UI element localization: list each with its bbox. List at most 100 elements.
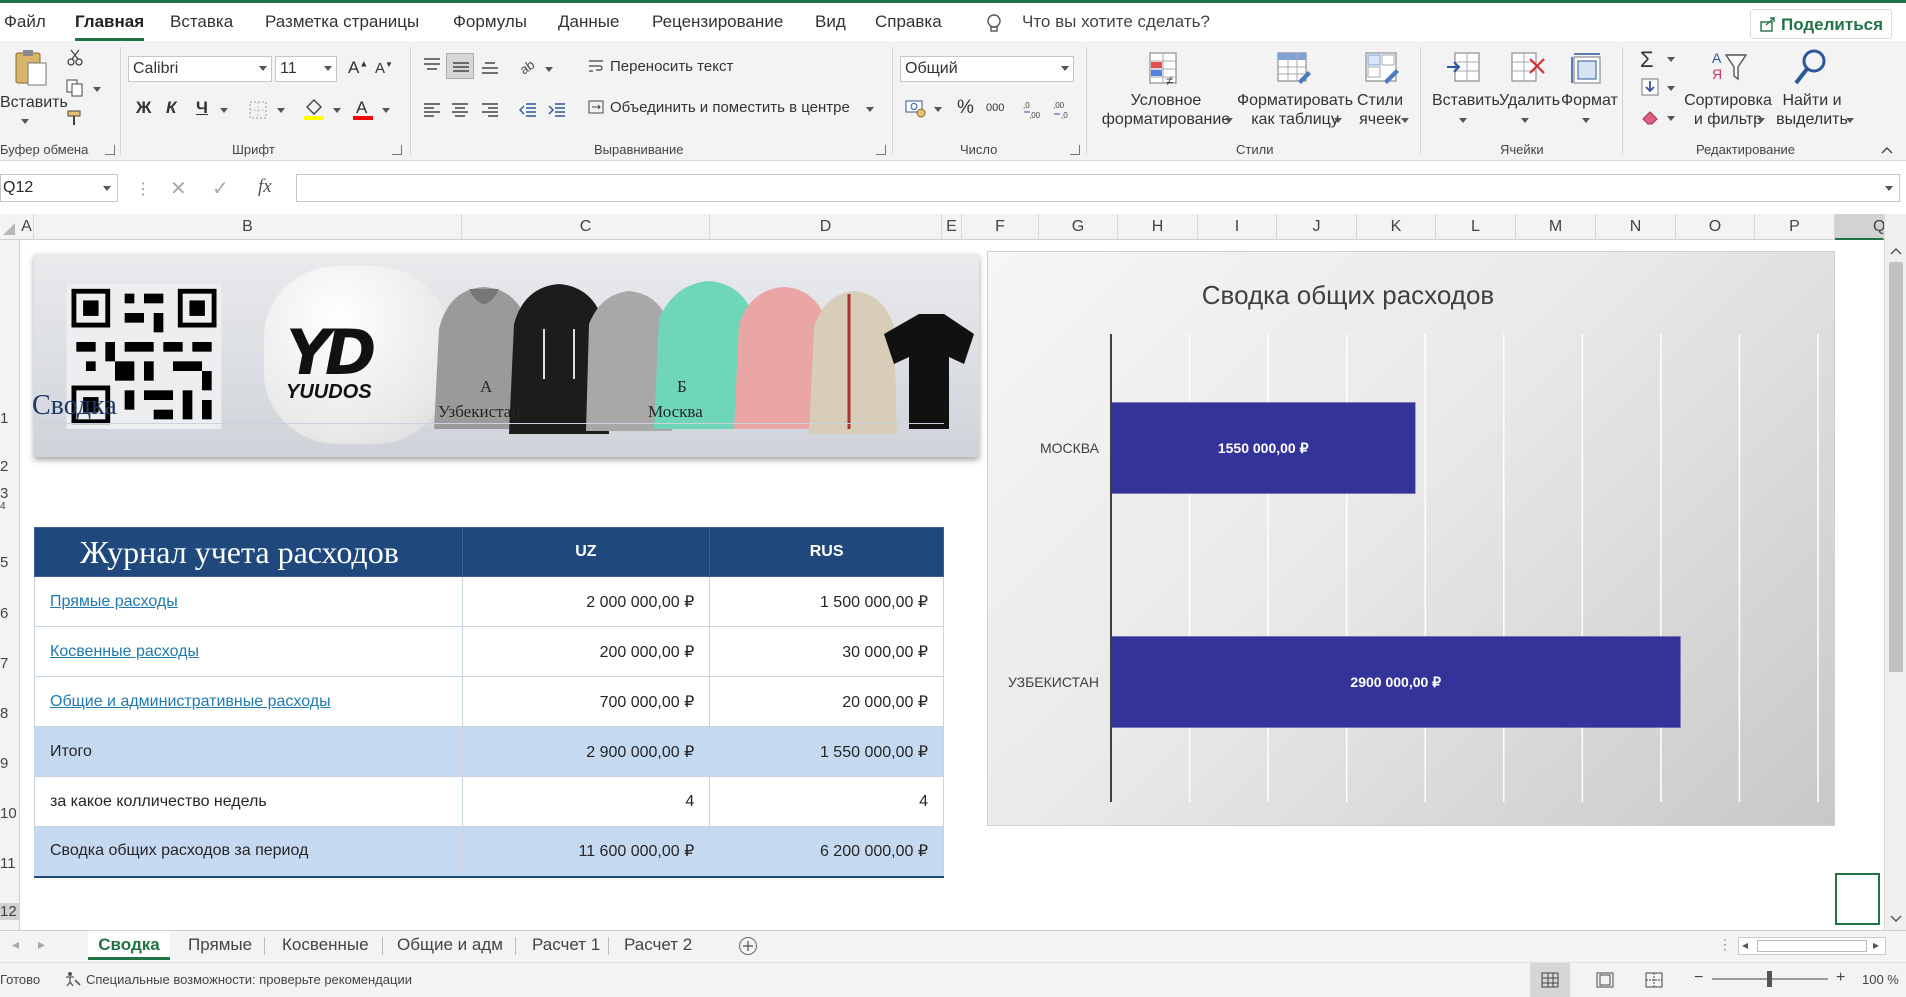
format-cells-icon[interactable] bbox=[1570, 51, 1606, 87]
fill-color-dropdown-icon[interactable] bbox=[333, 108, 341, 113]
sheet-tab-direct[interactable]: Прямые bbox=[188, 931, 252, 960]
expense-summary-chart[interactable]: Сводка общих расходов 1550 000,00 ₽ МОСКВ… bbox=[987, 251, 1835, 826]
table-cell[interactable]: 30 000,00 ₽ bbox=[709, 626, 944, 677]
align-bottom-icon[interactable] bbox=[480, 56, 500, 76]
conditional-formatting-icon[interactable]: ≠ bbox=[1148, 51, 1182, 87]
table-title[interactable]: Журнал учета расходов bbox=[34, 527, 463, 577]
scroll-down-icon[interactable] bbox=[1890, 914, 1902, 924]
format-cells-dropdown-icon[interactable] bbox=[1582, 118, 1590, 123]
table-cell[interactable]: 1 550 000,00 ₽ bbox=[709, 726, 944, 777]
column-header[interactable]: B bbox=[34, 214, 462, 240]
merge-center-button[interactable]: Объединить и поместить в центре bbox=[610, 98, 850, 117]
page-break-view-icon[interactable] bbox=[1645, 972, 1663, 988]
tab-page-layout[interactable]: Разметка страницы bbox=[265, 12, 419, 32]
column-header[interactable]: P bbox=[1755, 214, 1835, 240]
tab-home[interactable]: Главная bbox=[75, 12, 145, 41]
active-cell[interactable] bbox=[1835, 873, 1880, 925]
worksheet-grid[interactable]: YD YUUDOS Сводка А Б Узбекистан Москва Ж… bbox=[20, 240, 1882, 930]
tab-file[interactable]: Файл bbox=[4, 12, 46, 32]
font-size-select[interactable]: 11 bbox=[275, 56, 337, 82]
bold-button[interactable]: Ж bbox=[136, 98, 151, 118]
find-select-dropdown-icon[interactable] bbox=[1846, 118, 1854, 123]
brand-banner-image[interactable]: YD YUUDOS bbox=[34, 254, 979, 457]
column-header[interactable]: M bbox=[1516, 214, 1596, 240]
wrap-text-button[interactable]: Переносить текст bbox=[610, 57, 733, 76]
cell-styles-button[interactable]: Стили ячеек bbox=[1350, 91, 1410, 129]
prev-sheet-icon[interactable]: ◂ bbox=[12, 936, 19, 953]
insert-cells-button[interactable]: Вставить bbox=[1432, 91, 1500, 110]
tab-review[interactable]: Рецензирование bbox=[652, 12, 783, 32]
insert-function-button[interactable]: fx bbox=[258, 176, 272, 198]
column-header[interactable]: N bbox=[1596, 214, 1676, 240]
sort-filter-button[interactable]: Сортировка и фильтр bbox=[1678, 91, 1778, 129]
zoom-level[interactable]: 100 % bbox=[1862, 972, 1899, 987]
enter-icon[interactable]: ✓ bbox=[212, 176, 229, 201]
tab-data[interactable]: Данные bbox=[558, 12, 619, 32]
sort-filter-icon[interactable]: АЯ bbox=[1708, 49, 1748, 87]
find-select-icon[interactable] bbox=[1792, 47, 1830, 87]
sort-filter-dropdown-icon[interactable] bbox=[1757, 118, 1765, 123]
cut-icon[interactable] bbox=[66, 49, 84, 67]
name-box[interactable]: Q12 bbox=[0, 174, 118, 202]
table-cell[interactable]: за какое колличество недель bbox=[34, 776, 463, 827]
format-cells-button[interactable]: Формат bbox=[1561, 91, 1618, 110]
select-all-icon[interactable] bbox=[2, 222, 16, 236]
row-header[interactable]: 5 bbox=[0, 554, 20, 571]
add-sheet-icon[interactable] bbox=[738, 936, 758, 956]
delete-cells-icon[interactable] bbox=[1510, 51, 1546, 87]
vertical-scrollbar[interactable] bbox=[1884, 214, 1906, 930]
orientation-dropdown-icon[interactable] bbox=[545, 67, 553, 72]
font-color-dropdown-icon[interactable] bbox=[382, 108, 390, 113]
row-header[interactable]: 4 bbox=[0, 501, 20, 512]
copy-icon[interactable] bbox=[66, 79, 84, 97]
clear-icon[interactable] bbox=[1640, 107, 1660, 127]
column-header[interactable]: Q bbox=[1835, 214, 1885, 240]
underline-button[interactable]: Ч bbox=[196, 98, 208, 118]
row-header[interactable]: 6 bbox=[0, 605, 20, 622]
merge-dropdown-icon[interactable] bbox=[866, 107, 874, 112]
fill-down-icon[interactable] bbox=[1640, 77, 1660, 97]
align-middle-button[interactable] bbox=[446, 53, 474, 79]
fill-dropdown-icon[interactable] bbox=[1667, 86, 1675, 91]
column-header[interactable]: O bbox=[1676, 214, 1755, 240]
format-as-table-button[interactable]: Форматировать как таблицу bbox=[1230, 91, 1360, 129]
autosum-dropdown-icon[interactable] bbox=[1667, 57, 1675, 62]
format-painter-icon[interactable] bbox=[66, 109, 84, 127]
find-select-button[interactable]: Найти и выделить bbox=[1772, 91, 1852, 129]
align-left-icon[interactable] bbox=[422, 100, 442, 120]
accounting-dropdown-icon[interactable] bbox=[934, 107, 942, 112]
insert-cells-dropdown-icon[interactable] bbox=[1459, 118, 1467, 123]
column-header[interactable]: E bbox=[942, 214, 962, 240]
scroll-right-icon[interactable]: ▸ bbox=[1873, 938, 1879, 952]
accessibility-icon[interactable] bbox=[64, 971, 82, 987]
row-header[interactable]: 12 bbox=[0, 903, 20, 920]
page-layout-view-icon[interactable] bbox=[1596, 972, 1614, 988]
column-header[interactable]: G bbox=[1039, 214, 1118, 240]
tell-me-search[interactable]: Что вы хотите сделать? bbox=[1022, 12, 1210, 32]
table-cell[interactable]: 2 900 000,00 ₽ bbox=[461, 726, 711, 777]
table-cell[interactable]: 200 000,00 ₽ bbox=[461, 626, 711, 677]
table-cell[interactable]: 700 000,00 ₽ bbox=[461, 676, 711, 727]
column-header[interactable]: J bbox=[1277, 214, 1357, 240]
decrease-indent-icon[interactable] bbox=[518, 100, 538, 120]
number-format-select[interactable]: Общий bbox=[900, 56, 1074, 82]
column-header[interactable]: F bbox=[962, 214, 1039, 240]
horizontal-scrollbar[interactable]: ◂ ▸ bbox=[1738, 937, 1886, 955]
normal-view-button[interactable] bbox=[1530, 963, 1570, 997]
conditional-formatting-button[interactable]: Условное форматирование bbox=[1096, 91, 1236, 129]
zoom-in-icon[interactable]: + bbox=[1836, 969, 1845, 987]
paste-dropdown-icon[interactable] bbox=[21, 119, 29, 124]
table-cell[interactable]: 11 600 000,00 ₽ bbox=[461, 826, 711, 877]
clear-dropdown-icon[interactable] bbox=[1667, 116, 1675, 121]
cell-styles-icon[interactable] bbox=[1364, 51, 1400, 87]
align-top-icon[interactable] bbox=[422, 56, 442, 76]
sheet-tab-general-admin[interactable]: Общие и адм bbox=[397, 931, 503, 960]
table-cell[interactable]: 4 bbox=[461, 776, 711, 827]
delete-cells-dropdown-icon[interactable] bbox=[1521, 118, 1529, 123]
uz-column-header[interactable]: UZ bbox=[461, 527, 711, 577]
row-header[interactable]: 3 bbox=[0, 485, 20, 502]
zoom-out-icon[interactable]: − bbox=[1694, 969, 1703, 987]
accounting-format-icon[interactable] bbox=[905, 98, 927, 118]
table-cell[interactable]: 20 000,00 ₽ bbox=[709, 676, 944, 727]
align-right-icon[interactable] bbox=[480, 100, 500, 120]
